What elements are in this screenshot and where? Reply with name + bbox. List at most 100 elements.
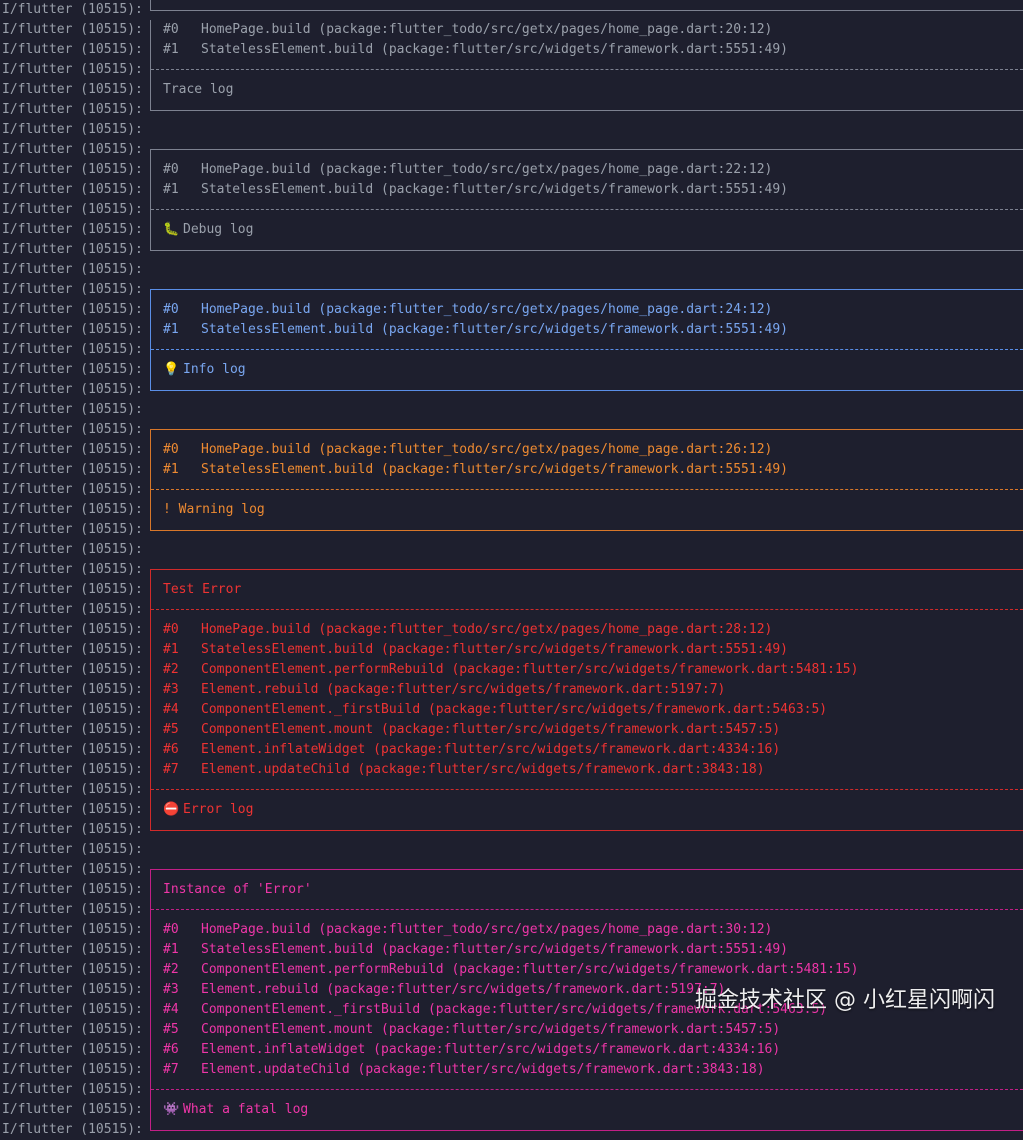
box-bottom-border: [150, 0, 1023, 20]
stack-frame: #0 HomePage.build (package:flutter_todo/s…: [150, 20, 1023, 40]
log-line: I/flutter (10515): 👾 What a fatal log: [0, 1100, 1023, 1120]
box-divider: [150, 200, 1023, 220]
frame-number: #1: [163, 642, 179, 657]
log-prefix: I/flutter (10515):: [2, 882, 143, 897]
box-top-border: [150, 420, 1023, 440]
stack-frame: #3 Element.rebuild (package:flutter/src/w…: [150, 680, 1023, 700]
error-icon: ⛔: [163, 802, 180, 817]
box-bottom-border: [150, 820, 1023, 840]
log-line: I/flutter (10515): #1 StatelessElement.bui…: [0, 460, 1023, 480]
box-divider: [150, 1080, 1023, 1100]
log-line: I/flutter (10515): Instance of 'Error': [0, 880, 1023, 900]
log-line: I/flutter (10515):: [0, 600, 1023, 620]
log-prefix: I/flutter (10515):: [2, 422, 143, 437]
info-icon: 💡: [163, 362, 180, 377]
log-message-text: Test Error: [163, 582, 242, 597]
log-line: I/flutter (10515): #4 ComponentElement._fi…: [0, 1000, 1023, 1020]
log-line: I/flutter (10515): 🐛 Debug log: [0, 220, 1023, 240]
log-message: ! Warning log: [150, 500, 1023, 520]
frame-text: HomePage.build (package:flutter_todo/src…: [201, 442, 773, 457]
log-line: I/flutter (10515): #1 StatelessElement.bui…: [0, 180, 1023, 200]
log-line: I/flutter (10515): #1 StatelessElement.bui…: [0, 320, 1023, 340]
frame-number: #1: [163, 942, 179, 957]
log-message: 💡 Info log: [150, 360, 1023, 380]
log-line: I/flutter (10515): #6 Element.inflateWidge…: [0, 1040, 1023, 1060]
log-message: ⛔ Error log: [150, 800, 1023, 820]
frame-text: HomePage.build (package:flutter_todo/src…: [201, 22, 773, 37]
stack-frame: #2 ComponentElement.performRebuild (packa…: [150, 960, 1023, 980]
log-line: I/flutter (10515):: [0, 340, 1023, 360]
log-line: I/flutter (10515): #7 Element.updateChild …: [0, 1060, 1023, 1080]
frame-number: #3: [163, 682, 179, 697]
box-top-border: [150, 860, 1023, 880]
log-prefix: I/flutter (10515):: [2, 782, 143, 797]
log-prefix: I/flutter (10515):: [2, 162, 143, 177]
frame-text: ComponentElement.performRebuild (package…: [201, 962, 859, 977]
stack-frame: #6 Element.inflateWidget (package:flutter…: [150, 740, 1023, 760]
frame-text: ComponentElement.performRebuild (package…: [201, 662, 859, 677]
stack-frame: #4 ComponentElement._firstBuild (package:…: [150, 1000, 1023, 1020]
log-prefix: I/flutter (10515):: [2, 142, 143, 157]
log-prefix: I/flutter (10515):: [2, 1002, 143, 1017]
log-prefix: I/flutter (10515):: [2, 222, 143, 237]
frame-text: HomePage.build (package:flutter_todo/src…: [201, 162, 773, 177]
log-line: I/flutter (10515):: [0, 120, 1023, 140]
stack-frame: #5 ComponentElement.mount (package:flutte…: [150, 1020, 1023, 1040]
log-prefix: I/flutter (10515):: [2, 442, 143, 457]
log-prefix: I/flutter (10515):: [2, 42, 143, 57]
stack-frame: #1 StatelessElement.build (package:flutte…: [150, 40, 1023, 60]
log-line: I/flutter (10515): #1 StatelessElement.bui…: [0, 640, 1023, 660]
log-line: I/flutter (10515): #2 ComponentElement.per…: [0, 660, 1023, 680]
log-line: I/flutter (10515):: [0, 60, 1023, 80]
log-prefix: I/flutter (10515):: [2, 642, 143, 657]
log-prefix: I/flutter (10515):: [2, 482, 143, 497]
frame-text: StatelessElement.build (package:flutter/…: [201, 462, 788, 477]
box-top-border: [150, 140, 1023, 160]
frame-number: #0: [163, 302, 179, 317]
log-prefix: I/flutter (10515):: [2, 562, 143, 577]
frame-number: #6: [163, 742, 179, 757]
log-line: I/flutter (10515):: [0, 400, 1023, 420]
log-prefix: I/flutter (10515):: [2, 622, 143, 637]
log-line: I/flutter (10515): #0 HomePage.build (pack…: [0, 620, 1023, 640]
stack-frame: #5 ComponentElement.mount (package:flutte…: [150, 720, 1023, 740]
log-line: I/flutter (10515): ⛔ Error log: [0, 800, 1023, 820]
stack-frame: #6 Element.inflateWidget (package:flutter…: [150, 1040, 1023, 1060]
log-prefix: I/flutter (10515):: [2, 362, 143, 377]
log-prefix: I/flutter (10515):: [2, 602, 143, 617]
frame-text: ComponentElement.mount (package:flutter/…: [201, 722, 781, 737]
frame-text: HomePage.build (package:flutter_todo/src…: [201, 622, 773, 637]
log-line: I/flutter (10515): #0 HomePage.build (pack…: [0, 160, 1023, 180]
frame-number: #1: [163, 462, 179, 477]
log-prefix: I/flutter (10515):: [2, 862, 143, 877]
log-line: I/flutter (10515):: [0, 420, 1023, 440]
log-prefix: I/flutter (10515):: [2, 242, 143, 257]
log-prefix: I/flutter (10515):: [2, 1062, 143, 1077]
frame-text: HomePage.build (package:flutter_todo/src…: [201, 302, 773, 317]
frame-number: #4: [163, 1002, 179, 1017]
frame-number: #7: [163, 1062, 179, 1077]
log-message: 👾 What a fatal log: [150, 1100, 1023, 1120]
log-line: I/flutter (10515):: [0, 540, 1023, 560]
log-line: I/flutter (10515):: [0, 840, 1023, 860]
stack-frame: #3 Element.rebuild (package:flutter/src/w…: [150, 980, 1023, 1000]
log-line: I/flutter (10515):: [0, 520, 1023, 540]
log-message-text: Debug log: [183, 222, 254, 237]
box-divider: [150, 480, 1023, 500]
frame-text: Element.updateChild (package:flutter/src…: [201, 762, 765, 777]
frame-text: Element.rebuild (package:flutter/src/wid…: [201, 682, 726, 697]
log-message: 🐛 Debug log: [150, 220, 1023, 240]
log-line: I/flutter (10515): #4 ComponentElement._fi…: [0, 700, 1023, 720]
log-prefix: I/flutter (10515):: [2, 1022, 143, 1037]
frame-text: StatelessElement.build (package:flutter/…: [201, 42, 788, 57]
box-divider: [150, 780, 1023, 800]
log-prefix: I/flutter (10515):: [2, 542, 143, 557]
frame-text: Element.updateChild (package:flutter/src…: [201, 1062, 765, 1077]
log-prefix: I/flutter (10515):: [2, 1122, 143, 1137]
frame-number: #0: [163, 922, 179, 937]
log-line: I/flutter (10515): #0 HomePage.build (pack…: [0, 300, 1023, 320]
log-prefix: I/flutter (10515):: [2, 1082, 143, 1097]
